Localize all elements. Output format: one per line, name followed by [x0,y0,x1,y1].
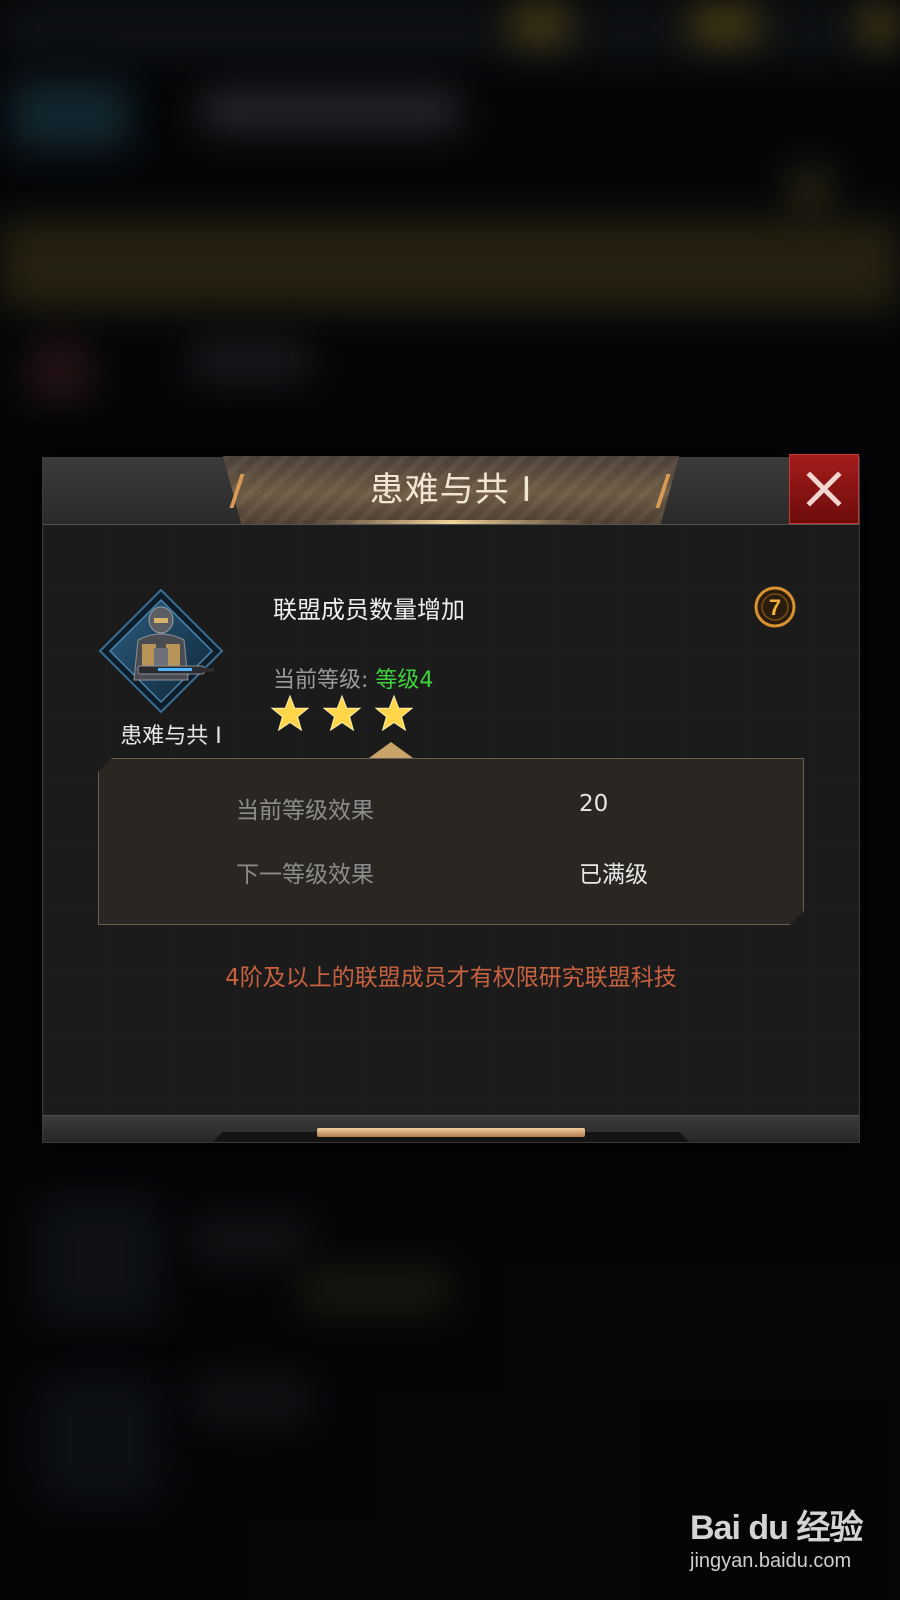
question-icon: 7 [754,586,796,628]
soldier-icon [98,588,224,714]
svg-text:7: 7 [769,595,781,620]
modal-title: 患难与共 I [369,470,533,510]
current-level-line: 当前等级: 等级4 [273,662,433,694]
help-button[interactable]: 7 [753,585,797,629]
effect-panel: 当前等级效果 20 下一等级效果 已满级 [98,758,804,925]
star-icon [323,694,361,732]
effect-value: 已满级 [579,862,648,888]
effect-row-current: 当前等级效果 20 [99,791,803,831]
emblem-label: 患难与共 I [120,724,222,749]
modal-footer [43,1115,859,1142]
level-stars [271,694,413,738]
effect-label: 下一等级效果 [236,862,374,888]
close-button[interactable] [789,454,859,524]
current-level-value: 等级4 [375,668,434,693]
close-icon [806,471,842,507]
effect-row-next: 下一等级效果 已满级 [99,855,803,895]
effect-label: 当前等级效果 [236,798,374,824]
star-icon [271,694,309,732]
current-level-label: 当前等级: [273,668,369,693]
effect-value: 20 [579,791,609,817]
permission-notice: 4阶及以上的联盟成员才有权限研究联盟科技 [225,965,677,991]
footer-highlight-bar [317,1128,585,1137]
star-icon [375,694,413,732]
watermark-logo: Bai du 经验 [690,1509,863,1547]
modal-header: 患难与共 I [43,454,859,525]
tech-name: 联盟成员数量增加 [273,596,465,624]
watermark-url: jingyan.baidu.com [690,1550,852,1572]
tech-emblem [98,588,224,714]
effect-pointer [369,742,413,758]
tech-detail-modal: 患难与共 I 患难与共 I 联盟成员数量增加 7 当前等级: 等级4 当前等级效… [42,454,860,1143]
baidu-jingyan-watermark: Bai du 经验 jingyan.baidu.com [690,1500,870,1584]
